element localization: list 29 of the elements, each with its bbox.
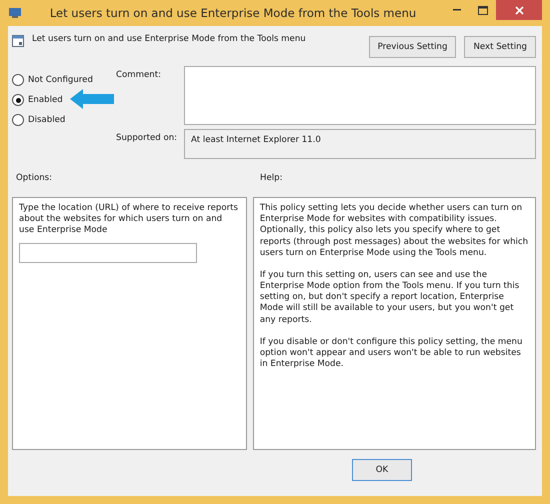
- nav-button[interactable]: Previous Setting: [368, 36, 456, 58]
- help-label: Help:: [260, 173, 282, 183]
- nav-button[interactable]: Next Setting: [464, 36, 536, 58]
- minimize-icon: [453, 9, 461, 11]
- maximize-icon: [478, 6, 488, 14]
- help-paragraph: If you disable or don't configure this policy setting, the menu option won't appear and users won't be able to run websites in Enterprise Mode.: [260, 336, 524, 370]
- window-title: Let users turn on and use Enterprise Mode from the Tools menu: [48, 6, 418, 20]
- ok-button[interactable]: OK: [352, 459, 412, 481]
- close-icon: [514, 6, 524, 14]
- arrow-icon: [70, 89, 114, 109]
- help-paragraph: If you turn this setting on, users can see and use the Enterprise Mode option from the Tools menu. If you turn this setting on, but don't specify a report location, Enterprise Mode will still be available to your users, but you won't get any reports.: [260, 270, 520, 326]
- radio-button[interactable]: [12, 114, 24, 126]
- comment-field[interactable]: [184, 66, 536, 125]
- policy-icon: [12, 35, 24, 47]
- options-label: Options:: [16, 173, 54, 183]
- supported-field: At least Internet Explorer 11.0: [184, 129, 536, 159]
- radio-label: Disabled: [28, 115, 66, 125]
- comment-label: Comment:: [116, 69, 162, 82]
- setting-name: Let users turn on and use Enterprise Mode from the Tools menu: [32, 33, 307, 44]
- radio-label: Not Configured: [28, 75, 93, 85]
- radio-button[interactable]: [12, 94, 24, 106]
- help-paragraph: This policy setting lets you decide whether users can turn on Enterprise Mode for websites with compatibility issues. Optionally, this policy also lets you specify where to get reports (through post messages) about the websites for which users turn on Enterprise Mode using the Tools menu.: [260, 203, 529, 259]
- supported-label: Supported on:: [116, 132, 178, 145]
- app-icon: [8, 7, 22, 19]
- url-input[interactable]: [19, 242, 197, 263]
- radio-button[interactable]: [12, 74, 24, 86]
- options-description: Type the location (URL) of where to receive reports about the websites for which users turn on and use Enterprise Mode: [19, 203, 239, 237]
- close-button[interactable]: [496, 0, 542, 20]
- radio-label: Enabled: [28, 95, 63, 105]
